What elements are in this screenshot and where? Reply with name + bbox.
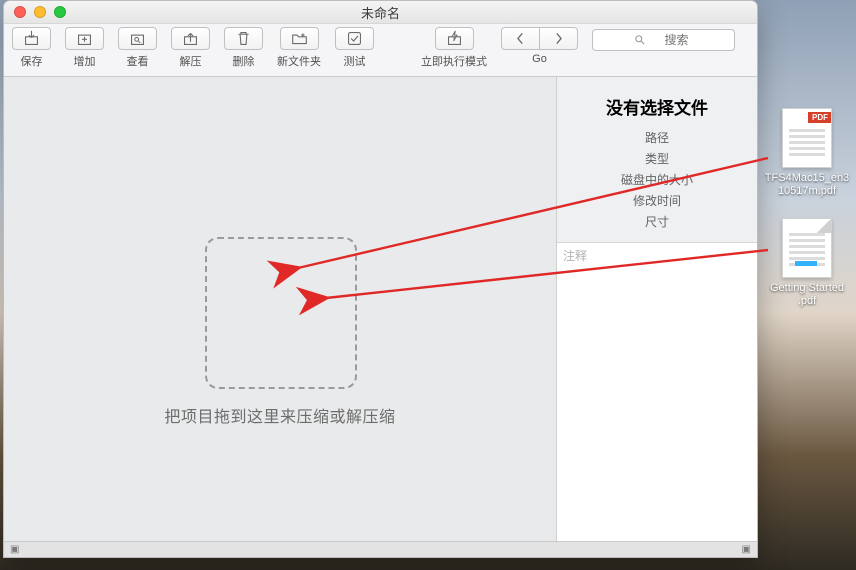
info-title: 没有选择文件 <box>557 77 757 129</box>
status-grip-right-icon: ▣ <box>742 544 751 555</box>
desktop-file-name: TFS4Mac15_en310517m.pdf <box>762 172 852 198</box>
info-row-modified: 修改时间 <box>633 192 681 209</box>
runmode-button[interactable] <box>435 27 474 50</box>
close-icon[interactable] <box>14 6 26 18</box>
view-button[interactable] <box>118 27 157 50</box>
window-title: 未命名 <box>4 3 757 22</box>
check-box-icon <box>346 30 363 47</box>
drop-target[interactable] <box>205 237 357 389</box>
box-search-icon <box>129 30 146 47</box>
drop-pane[interactable]: 把项目拖到这里来压缩或解压缩 <box>4 77 557 557</box>
chevron-left-icon <box>512 30 529 47</box>
save-label: 保存 <box>21 53 43 69</box>
titlebar[interactable]: 未命名 <box>4 1 757 24</box>
traffic-lights <box>14 6 66 18</box>
zoom-icon[interactable] <box>54 6 66 18</box>
delete-label: 删除 <box>233 53 255 69</box>
delete-button[interactable] <box>224 27 263 50</box>
lightning-box-icon <box>446 30 463 47</box>
extract-button[interactable] <box>171 27 210 50</box>
toolbar-nav: Go <box>501 27 578 65</box>
nav-back-button[interactable] <box>501 27 540 50</box>
app-window: 未命名 保存 增加 查看 解压 <box>3 0 758 558</box>
test-label: 测试 <box>344 53 366 69</box>
info-row-disksize: 磁盘中的大小 <box>621 171 693 188</box>
box-up-icon <box>182 30 199 47</box>
add-label: 增加 <box>74 53 96 69</box>
status-grip-left-icon: ▣ <box>10 544 19 555</box>
notes-placeholder: 注释 <box>557 243 757 268</box>
nav-forward-button[interactable] <box>540 27 578 50</box>
toolbar-delete: 删除 <box>224 27 263 69</box>
pdf-badge-icon: PDF <box>808 112 832 123</box>
doc-thumb-icon <box>782 218 832 278</box>
search-input[interactable] <box>592 29 735 51</box>
test-button[interactable] <box>335 27 374 50</box>
pdf-thumb-icon: PDF <box>782 108 832 168</box>
toolbar-add: 增加 <box>65 27 104 69</box>
extract-label: 解压 <box>180 53 202 69</box>
search-icon <box>634 34 646 49</box>
save-button[interactable] <box>12 27 51 50</box>
box-plus-icon <box>76 30 93 47</box>
toolbar-runmode: 立即执行模式 <box>421 27 487 69</box>
desktop-file-name: Getting Started .pdf <box>762 282 852 308</box>
view-label: 查看 <box>127 53 149 69</box>
content-area: 把项目拖到这里来压缩或解压缩 没有选择文件 路径 类型 磁盘中的大小 修改时间 … <box>4 77 757 557</box>
toolbar-view: 查看 <box>118 27 157 69</box>
desktop-file[interactable]: Getting Started .pdf <box>762 218 852 308</box>
toolbar-save: 保存 <box>12 27 51 69</box>
desktop-file[interactable]: PDF TFS4Mac15_en310517m.pdf <box>762 108 852 198</box>
box-down-icon <box>23 30 40 47</box>
info-row-path: 路径 <box>645 129 669 146</box>
info-pane: 没有选择文件 路径 类型 磁盘中的大小 修改时间 尺寸 注释 <box>557 77 757 557</box>
add-button[interactable] <box>65 27 104 50</box>
chevron-right-icon <box>550 30 567 47</box>
toolbar-search <box>592 27 735 51</box>
trash-icon <box>235 30 252 47</box>
runmode-label: 立即执行模式 <box>421 53 487 69</box>
go-label: Go <box>532 53 547 65</box>
minimize-icon[interactable] <box>34 6 46 18</box>
newfolder-button[interactable] <box>280 27 319 50</box>
folder-plus-icon <box>291 30 308 47</box>
toolbar: 保存 增加 查看 解压 删除 <box>4 24 757 77</box>
toolbar-test: 测试 <box>335 27 374 69</box>
info-rows: 路径 类型 磁盘中的大小 修改时间 尺寸 <box>557 129 757 230</box>
info-row-type: 类型 <box>645 150 669 167</box>
toolbar-extract: 解压 <box>171 27 210 69</box>
newfolder-label: 新文件夹 <box>277 53 321 69</box>
drop-hint: 把项目拖到这里来压缩或解压缩 <box>4 403 556 427</box>
info-row-dim: 尺寸 <box>645 213 669 230</box>
statusbar: ▣ ▣ <box>4 541 757 557</box>
notes-field[interactable]: 注释 <box>557 242 757 557</box>
toolbar-newfolder: 新文件夹 <box>277 27 321 69</box>
